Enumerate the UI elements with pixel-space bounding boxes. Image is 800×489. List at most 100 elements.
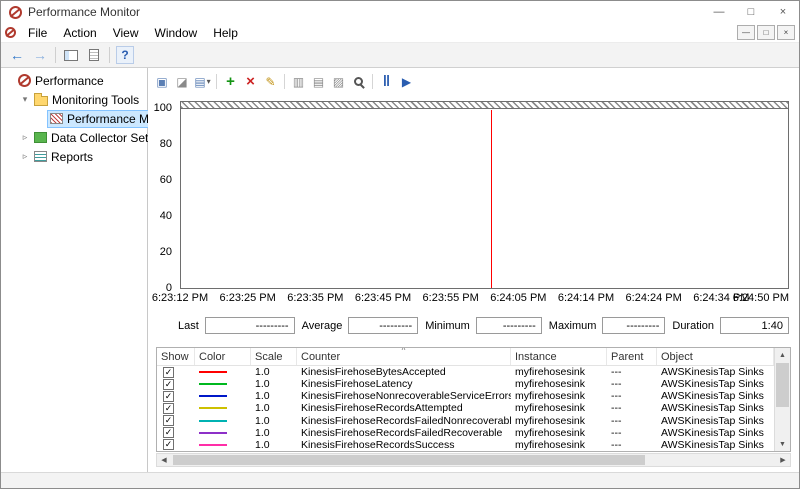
x-tick-label: 6:24:50 PM: [733, 292, 789, 304]
scale-cell: 1.0: [251, 390, 297, 402]
show-checkbox[interactable]: ✓: [163, 427, 174, 438]
performance-monitor-window: Performance Monitor — □ × FileActionView…: [0, 0, 800, 489]
scale-cell: 1.0: [251, 378, 297, 390]
column-header-object[interactable]: Object: [657, 348, 774, 365]
export-list-button[interactable]: [84, 45, 104, 65]
menu-item[interactable]: File: [20, 24, 55, 42]
maximize-button[interactable]: □: [735, 1, 767, 23]
highlight-button[interactable]: ✎: [261, 72, 280, 91]
show-checkbox[interactable]: ✓: [163, 403, 174, 414]
counter-row[interactable]: ✓ 1.0 KinesisFirehoseRecordsFailedRecove…: [157, 427, 774, 439]
properties-button[interactable]: ▨: [329, 72, 348, 91]
show-checkbox[interactable]: ✓: [163, 391, 174, 402]
scroll-up-icon[interactable]: ▲: [775, 348, 790, 362]
vertical-scrollbar[interactable]: ▲ ▼: [774, 348, 790, 451]
tree-item[interactable]: Performance Monitor: [1, 109, 147, 128]
scale-cell: 1.0: [251, 427, 297, 439]
tree-item[interactable]: ▹ Reports: [1, 147, 147, 166]
zoom-button[interactable]: [349, 72, 368, 91]
show-checkbox[interactable]: ✓: [163, 379, 174, 390]
child-close-button[interactable]: ×: [777, 25, 795, 40]
column-header-instance[interactable]: Instance: [511, 348, 607, 365]
clear-display-button[interactable]: ◪: [173, 72, 192, 91]
show-hide-console-tree-button[interactable]: [61, 45, 81, 65]
graph-toolbar: ▣ ◪▤▾ + ×✎ ▥ ▤ ▨ ‖▶: [153, 68, 416, 95]
chart-type-button[interactable]: ▤▾: [193, 72, 212, 91]
scroll-right-icon[interactable]: ▶: [776, 454, 790, 466]
back-button[interactable]: ←: [7, 45, 27, 65]
forward-button[interactable]: →: [30, 45, 50, 65]
menu-item[interactable]: View: [105, 24, 147, 42]
column-header-counter[interactable]: Counter^: [297, 348, 511, 365]
child-minimize-button[interactable]: —: [737, 25, 755, 40]
parent-cell: ---: [607, 415, 657, 427]
show-checkbox[interactable]: ✓: [163, 367, 174, 378]
column-header-color[interactable]: Color: [195, 348, 251, 365]
y-axis: 100806040200: [148, 101, 176, 289]
tree-expander-icon[interactable]: ▹: [19, 151, 31, 162]
tree-item[interactable]: Performance: [1, 71, 147, 90]
console-tree-icon: [64, 50, 78, 61]
counter-row[interactable]: ✓ 1.0 KinesisFirehoseBytesAccepted myfir…: [157, 366, 774, 378]
tree-expander-icon[interactable]: ▹: [19, 132, 31, 143]
delete-counter-button[interactable]: ×: [241, 72, 260, 91]
view-current-activity-icon: ▣: [156, 76, 167, 88]
counter-cell: KinesisFirehoseRecordsSuccess: [297, 439, 511, 451]
menu-item[interactable]: Action: [55, 24, 104, 42]
counter-row[interactable]: ✓ 1.0 KinesisFirehoseNonrecoverableServi…: [157, 390, 774, 402]
freeze-display-button[interactable]: ‖: [377, 72, 396, 91]
paste-counter-list-icon: ▤: [313, 76, 324, 88]
menu-item[interactable]: Help: [205, 24, 246, 42]
scroll-left-icon[interactable]: ◀: [157, 454, 171, 466]
checkmark-icon: ✓: [165, 416, 173, 425]
help-button[interactable]: ?: [115, 45, 135, 65]
copy-properties-button[interactable]: ▥: [289, 72, 308, 91]
show-checkbox[interactable]: ✓: [163, 415, 174, 426]
stat-field: Last ---------: [178, 317, 295, 334]
checkmark-icon: ✓: [165, 428, 173, 437]
menu-item[interactable]: Window: [147, 24, 206, 42]
scale-cell: 1.0: [251, 415, 297, 427]
y-tick-label: 60: [160, 174, 172, 186]
tree-item-label: Monitoring Tools: [52, 93, 139, 107]
stat-field: Average ---------: [302, 317, 419, 334]
counter-row[interactable]: ✓ 1.0 KinesisFirehoseRecordsSuccess myfi…: [157, 439, 774, 451]
performance-monitor-view: ▣◪▤▾ +×✎ ▥▤▨ ‖▶ 100806040200 6:23:12 PM6…: [148, 68, 799, 472]
counter-row[interactable]: ✓ 1.0 KinesisFirehoseRecordsFailedNonrec…: [157, 415, 774, 427]
stat-field: Minimum ---------: [425, 317, 542, 334]
vertical-scroll-track[interactable]: [775, 362, 790, 437]
app-icon: [9, 6, 22, 19]
tree-item[interactable]: ▾ Monitoring Tools: [1, 90, 147, 109]
parent-cell: ---: [607, 402, 657, 414]
vertical-scroll-thumb[interactable]: [776, 363, 789, 407]
main-toolbar: ← → ?: [1, 43, 799, 68]
properties-icon: ▨: [333, 76, 344, 88]
horizontal-scroll-track[interactable]: [171, 454, 776, 466]
window-title: Performance Monitor: [28, 5, 140, 19]
x-tick-label: 6:23:25 PM: [220, 292, 276, 304]
horizontal-scroll-thumb[interactable]: [173, 455, 645, 465]
view-current-activity-button[interactable]: ▣: [153, 72, 172, 91]
paste-counter-list-button[interactable]: ▤: [309, 72, 328, 91]
close-button[interactable]: ×: [767, 1, 799, 23]
child-restore-button[interactable]: □: [757, 25, 775, 40]
column-header-scale[interactable]: Scale: [251, 348, 297, 365]
graph-plot-area[interactable]: [180, 101, 789, 289]
column-header-parent[interactable]: Parent: [607, 348, 657, 365]
tree-expander-icon[interactable]: ▾: [19, 94, 31, 105]
horizontal-scrollbar[interactable]: ◀ ▶: [156, 453, 791, 467]
checkmark-icon: ✓: [165, 440, 173, 449]
minimize-button[interactable]: —: [703, 1, 735, 23]
counter-row[interactable]: ✓ 1.0 KinesisFirehoseLatency myfirehoses…: [157, 378, 774, 390]
stat-label: Minimum: [425, 320, 470, 332]
column-header-show[interactable]: Show: [157, 348, 195, 365]
counter-color-swatch: [199, 420, 227, 422]
counter-row[interactable]: ✓ 1.0 KinesisFirehoseRecordsAttempted my…: [157, 402, 774, 414]
update-data-button[interactable]: ▶: [397, 72, 416, 91]
add-counter-icon: +: [226, 74, 235, 89]
stat-value-box: ---------: [476, 317, 542, 334]
add-counter-button[interactable]: +: [221, 72, 240, 91]
scroll-down-icon[interactable]: ▼: [775, 437, 790, 451]
tree-item[interactable]: ▹ Data Collector Sets: [1, 128, 147, 147]
show-checkbox[interactable]: ✓: [163, 439, 174, 450]
